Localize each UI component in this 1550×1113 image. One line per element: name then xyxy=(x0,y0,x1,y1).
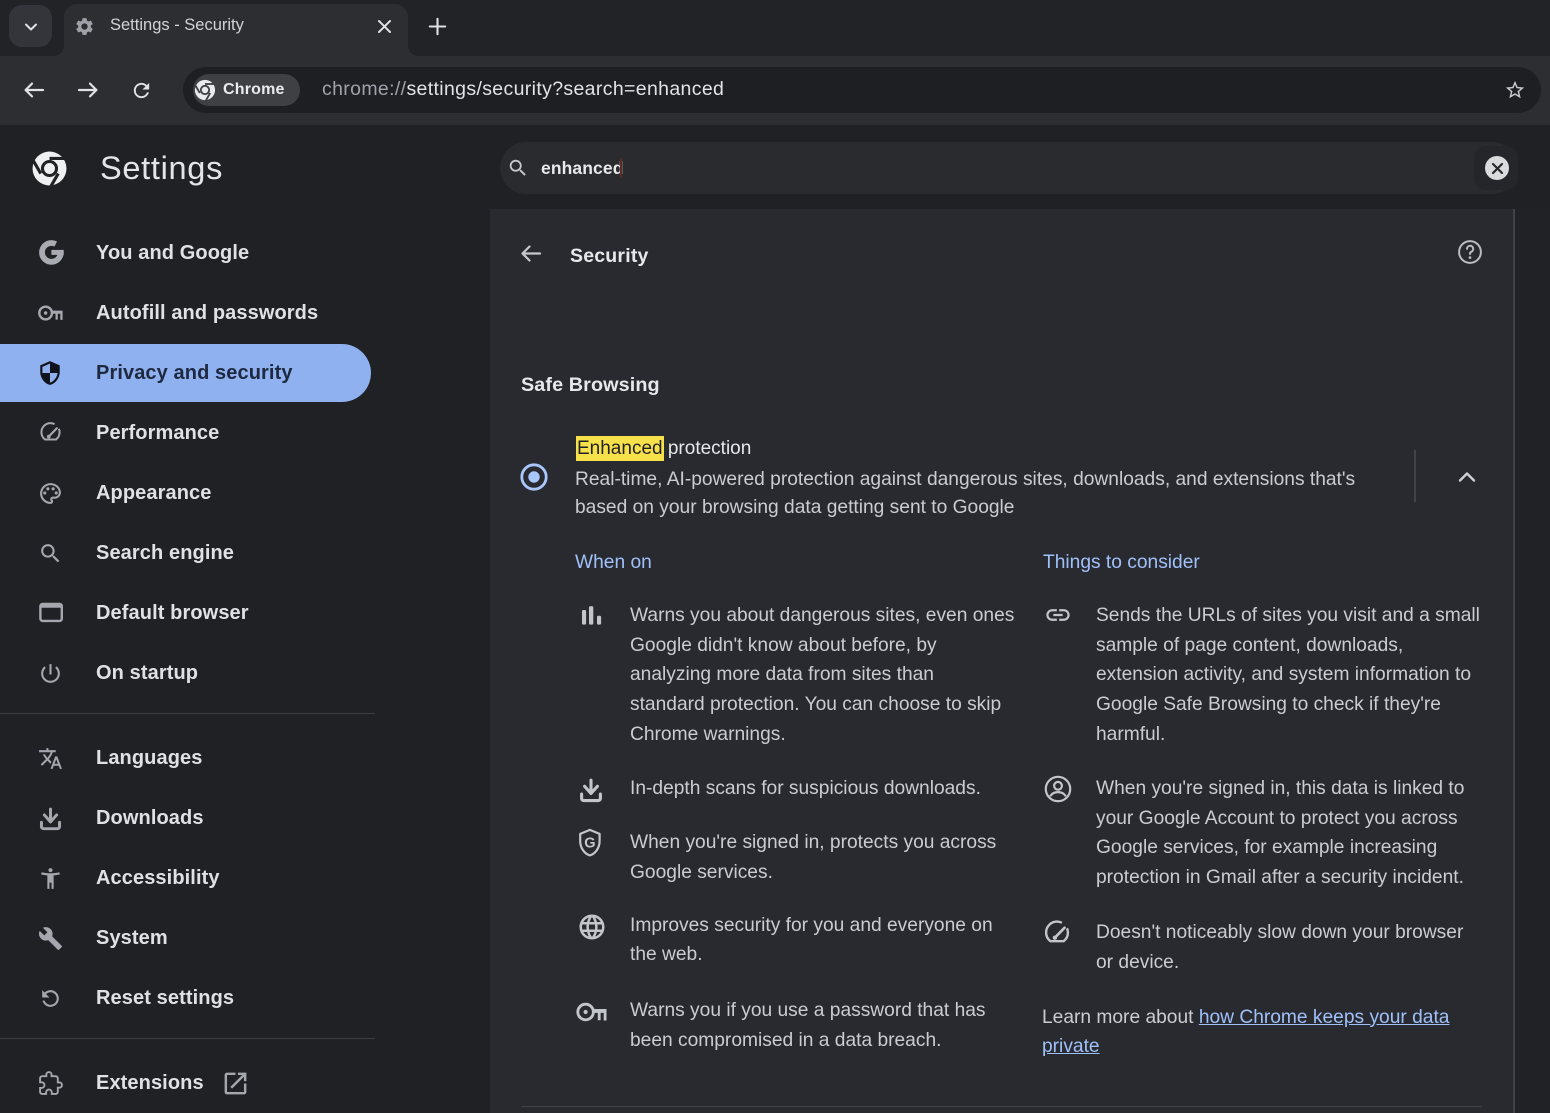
svg-text:G: G xyxy=(584,836,595,852)
